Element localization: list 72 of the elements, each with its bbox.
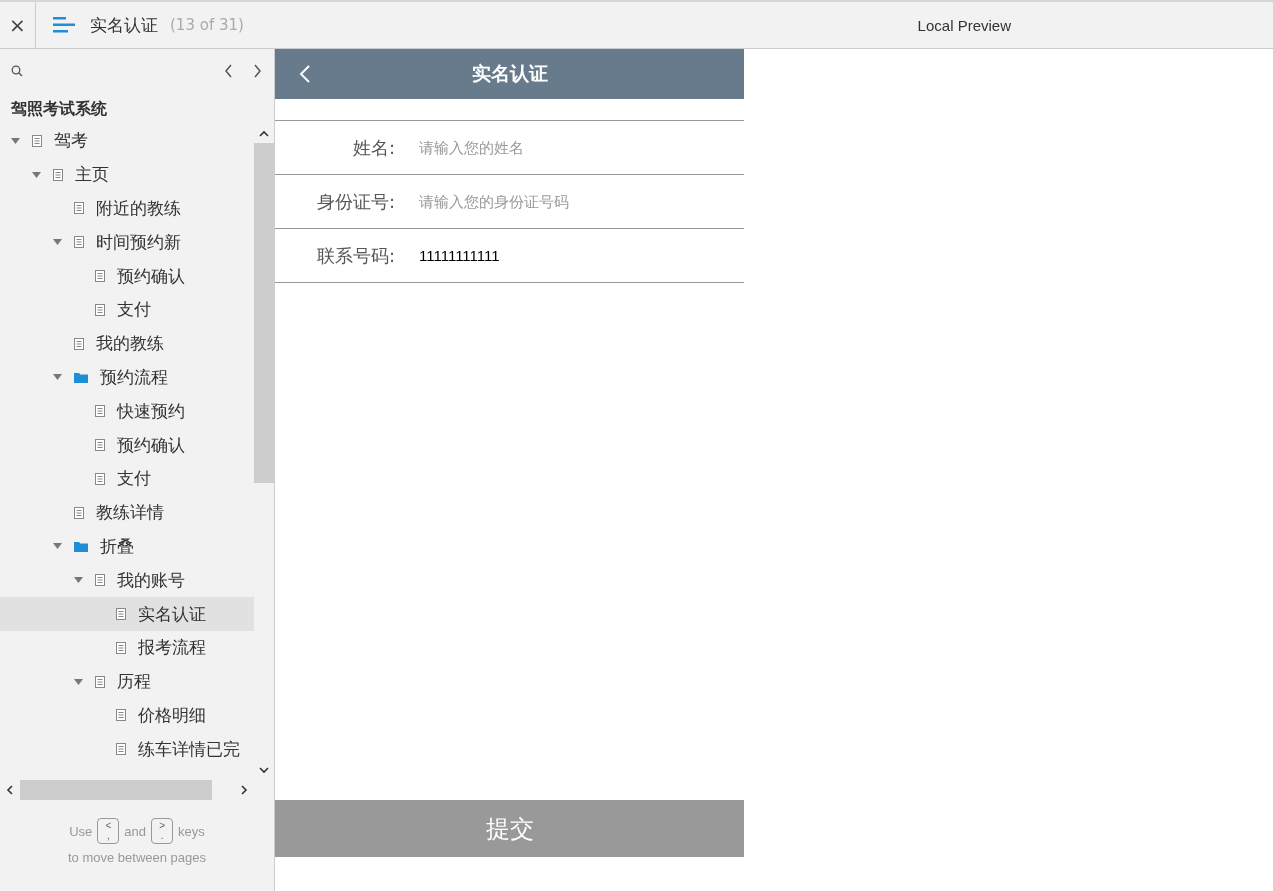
page-icon <box>95 574 105 587</box>
tree-item[interactable]: 驾考 <box>0 124 254 158</box>
page-icon <box>95 405 105 418</box>
page-icon <box>116 709 126 722</box>
page-icon <box>74 337 84 350</box>
tree-item[interactable]: 预约确认 <box>0 428 254 462</box>
tree-item[interactable]: 练车详情已完 <box>0 732 254 767</box>
page-icon <box>74 506 84 519</box>
page-icon <box>74 236 84 249</box>
close-button[interactable]: × <box>0 2 36 48</box>
tree-item[interactable]: 实名认证 <box>0 597 254 631</box>
back-icon[interactable] <box>299 64 311 84</box>
scroll-down-icon[interactable] <box>259 767 269 774</box>
page-title: 实名认证 <box>90 13 158 37</box>
page-icon <box>116 608 126 621</box>
search-icon[interactable] <box>11 65 23 77</box>
page-icon <box>53 168 63 181</box>
page-icon <box>95 472 105 485</box>
tree-item[interactable]: 附近的教练 <box>0 191 254 226</box>
folder-icon <box>74 540 88 552</box>
page-icon <box>74 202 84 215</box>
hint-text: keys <box>178 823 205 839</box>
field-label: 联系号码: <box>315 243 395 268</box>
keyboard-key: > . <box>151 818 174 844</box>
page-icon <box>95 439 105 452</box>
tree-item[interactable]: 教练详情 <box>0 495 254 530</box>
tree-item[interactable]: 我的教练 <box>0 326 254 361</box>
tree-item[interactable]: 预约流程 <box>0 360 254 395</box>
preview-label: Local Preview <box>917 16 1011 34</box>
scroll-right-icon[interactable] <box>240 785 248 795</box>
caret-icon[interactable] <box>53 239 62 246</box>
screen-title: 实名认证 <box>471 61 548 86</box>
tree-item[interactable]: 主页 <box>0 157 254 192</box>
page-icon <box>95 270 105 283</box>
scroll-up-icon[interactable] <box>259 130 269 137</box>
field-label: 身份证号: <box>315 189 395 214</box>
tree-item[interactable]: 支付 <box>0 293 254 327</box>
project-title: 驾照考试系统 <box>10 98 108 120</box>
page-icon <box>95 303 105 316</box>
tree-item[interactable]: 历程 <box>0 664 254 699</box>
page-icon <box>116 743 126 756</box>
tree-item[interactable]: 我的账号 <box>0 563 254 598</box>
input-field[interactable]: 请输入您的姓名 <box>419 132 744 163</box>
field-label: 姓名: <box>351 135 395 160</box>
next-icon[interactable] <box>253 64 262 78</box>
tree-item[interactable]: 预约确认 <box>0 259 254 293</box>
scroll-left-icon[interactable] <box>6 785 14 795</box>
tree-item[interactable]: 折叠 <box>0 529 254 564</box>
tree-item[interactable]: 价格明细 <box>0 698 254 733</box>
keyboard-key: < , <box>97 818 120 844</box>
caret-icon[interactable] <box>53 543 62 550</box>
tree-item[interactable]: 报考流程 <box>0 630 254 665</box>
hint-text: and <box>124 823 147 839</box>
tree-item[interactable]: 快速预约 <box>0 394 254 429</box>
caret-icon[interactable] <box>74 678 83 685</box>
hint-text: Use <box>69 823 93 839</box>
tree-item[interactable]: 支付 <box>0 461 254 496</box>
input-field[interactable]: 请输入您的身份证号码 <box>419 186 744 217</box>
caret-icon[interactable] <box>74 577 83 584</box>
caret-icon[interactable] <box>11 137 20 144</box>
tree-item[interactable]: 时间预约新 <box>0 225 254 260</box>
caret-icon[interactable] <box>53 374 62 381</box>
folder-icon <box>74 371 88 383</box>
page-icon <box>95 675 105 688</box>
page-count: (13 of 31) <box>170 16 244 34</box>
caret-icon[interactable] <box>32 171 41 178</box>
input-field[interactable]: 11111111111 <box>419 240 744 271</box>
page-icon <box>32 134 42 147</box>
previous-icon[interactable] <box>224 64 233 78</box>
hint-text: to move between pages <box>67 850 206 865</box>
menu-icon[interactable] <box>53 17 75 33</box>
page-icon <box>116 641 126 654</box>
